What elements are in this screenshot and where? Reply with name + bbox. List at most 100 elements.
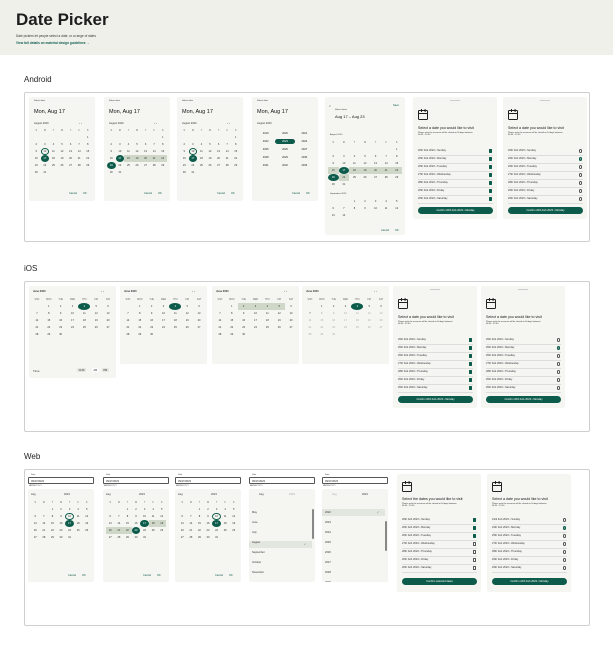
day-cell[interactable]: 4 xyxy=(78,303,91,310)
radio-button[interactable] xyxy=(563,518,567,522)
month-year-dropdown[interactable]: August 2020 xyxy=(109,122,124,125)
day-cell[interactable]: 11 xyxy=(124,148,133,155)
day-cell[interactable]: 3 xyxy=(67,303,79,310)
date-field[interactable]: 09/17/2023 xyxy=(175,477,241,484)
radio-button[interactable] xyxy=(579,189,583,193)
day-cell[interactable]: 15 xyxy=(123,520,132,527)
day-cell[interactable]: 14 xyxy=(214,317,226,324)
date-field[interactable]: 09/17/2023 xyxy=(103,477,169,484)
day-cell[interactable]: 22 xyxy=(316,324,328,331)
day-cell[interactable]: 4 xyxy=(124,141,133,148)
month-nav-arrows[interactable]: ‹ › xyxy=(192,290,195,293)
day-cell[interactable]: 4 xyxy=(351,303,364,310)
day-cell[interactable]: 14 xyxy=(150,148,159,155)
checkbox[interactable] xyxy=(473,550,477,554)
day-cell[interactable]: 3 xyxy=(158,303,170,310)
list-item[interactable]: 26th Feb 2023 • Monday xyxy=(508,157,536,160)
day-cell[interactable]: 22 xyxy=(48,527,57,534)
day-cell[interactable]: 24 xyxy=(158,324,170,331)
radio-button[interactable] xyxy=(579,181,583,185)
day-cell[interactable]: 11 xyxy=(169,310,181,317)
day-cell[interactable]: 13 xyxy=(285,310,297,317)
day-cell[interactable]: 5 xyxy=(360,153,371,160)
day-cell[interactable]: 2 xyxy=(57,506,66,513)
day-cell[interactable]: 16 xyxy=(146,317,158,324)
radio-button[interactable] xyxy=(557,370,561,374)
day-cell[interactable]: 30 xyxy=(180,169,189,176)
day-cell[interactable]: 16 xyxy=(328,317,340,324)
drag-handle[interactable] xyxy=(430,289,440,290)
day-cell[interactable]: 5 xyxy=(133,141,142,148)
year-option[interactable]: 2027 xyxy=(295,147,314,152)
day-cell[interactable]: 30 xyxy=(107,169,116,176)
list-item[interactable]: 27th Feb 2023 • Wednesday xyxy=(418,173,451,176)
list-item[interactable]: 26th Feb 2023 • Saturday xyxy=(492,566,521,569)
day-cell[interactable]: 22 xyxy=(195,527,204,534)
close-icon[interactable]: × xyxy=(329,104,331,108)
list-item[interactable]: 26th Feb 2023 • Tuesday xyxy=(508,165,537,168)
day-cell[interactable]: 8 xyxy=(349,205,360,212)
day-cell[interactable]: 15 xyxy=(134,317,146,324)
day-cell[interactable]: 7 xyxy=(214,310,226,317)
day-cell[interactable]: 20 xyxy=(141,155,150,162)
radio-button[interactable] xyxy=(557,346,561,350)
day-cell[interactable]: 6 xyxy=(178,513,187,520)
day-cell[interactable]: 15 xyxy=(231,148,240,155)
day-cell[interactable]: 23 xyxy=(328,174,339,181)
day-cell[interactable]: 16 xyxy=(57,520,66,527)
day-cell[interactable]: 29 xyxy=(48,534,57,541)
radio-button[interactable] xyxy=(557,354,561,358)
day-cell[interactable]: 3 xyxy=(65,506,74,513)
day-cell[interactable]: 8 xyxy=(316,310,328,317)
radio-button[interactable] xyxy=(563,542,567,546)
day-cell[interactable]: 20 xyxy=(178,527,187,534)
day-cell[interactable]: 17 xyxy=(340,317,352,324)
day-cell[interactable]: 27 xyxy=(102,324,114,331)
day-cell[interactable]: 2 xyxy=(328,153,339,160)
day-cell[interactable]: 19 xyxy=(363,317,375,324)
day-cell[interactable]: 5 xyxy=(58,141,67,148)
dropdown-option[interactable]: August xyxy=(252,541,260,544)
day-cell[interactable]: 17 xyxy=(158,317,170,324)
checkbox[interactable] xyxy=(473,534,477,538)
day-cell[interactable]: 20 xyxy=(31,527,40,534)
day-cell[interactable]: 29 xyxy=(316,331,328,338)
day-cell[interactable]: 20 xyxy=(375,317,387,324)
radio-button[interactable] xyxy=(557,386,561,390)
drag-handle[interactable] xyxy=(518,289,528,290)
list-item[interactable]: 28th Feb 2023 • Thursday xyxy=(402,550,432,553)
year-option[interactable]: 2025 xyxy=(256,147,275,152)
checkbox[interactable] xyxy=(469,354,473,358)
day-cell[interactable]: 25 xyxy=(49,162,58,169)
day-cell[interactable]: 7 xyxy=(122,310,134,317)
cancel-button[interactable]: Cancel xyxy=(144,192,152,195)
day-cell[interactable]: 9 xyxy=(57,513,66,520)
month-year-dropdown[interactable]: August 2020 xyxy=(34,122,49,125)
radio-button[interactable] xyxy=(563,550,567,554)
day-cell[interactable]: 22 xyxy=(158,155,167,162)
dropdown-option[interactable]: 2023 xyxy=(325,521,331,524)
day-cell[interactable]: 24 xyxy=(338,174,350,181)
day-cell[interactable]: 16 xyxy=(32,155,41,162)
day-cell[interactable]: 10 xyxy=(188,148,198,155)
checkbox[interactable] xyxy=(489,173,493,177)
day-cell[interactable]: 18 xyxy=(74,520,83,527)
day-cell[interactable]: 26 xyxy=(157,527,166,534)
dropdown-option[interactable]: 2026 xyxy=(325,551,331,554)
day-cell[interactable]: 8 xyxy=(195,513,204,520)
day-cell[interactable]: 17 xyxy=(140,520,149,527)
day-cell[interactable]: 16 xyxy=(132,520,141,527)
day-cell[interactable]: 27 xyxy=(106,534,115,541)
day-cell[interactable]: 9 xyxy=(360,205,371,212)
day-cell[interactable]: 26 xyxy=(58,162,67,169)
day-cell[interactable]: 3 xyxy=(41,141,50,148)
day-cell[interactable]: 12 xyxy=(273,310,285,317)
list-item[interactable]: 26th Feb 2023 • Friday xyxy=(398,378,424,381)
radio-button[interactable] xyxy=(579,157,583,161)
day-cell[interactable]: 18 xyxy=(49,155,58,162)
confirm-button[interactable]: Confirm 26th Feb 2023 • Monday xyxy=(418,207,493,214)
day-cell[interactable]: 30 xyxy=(328,331,340,338)
day-cell[interactable]: 8 xyxy=(226,310,238,317)
dropdown-option[interactable]: 2022 xyxy=(325,511,331,514)
day-cell[interactable]: 28 xyxy=(115,534,124,541)
